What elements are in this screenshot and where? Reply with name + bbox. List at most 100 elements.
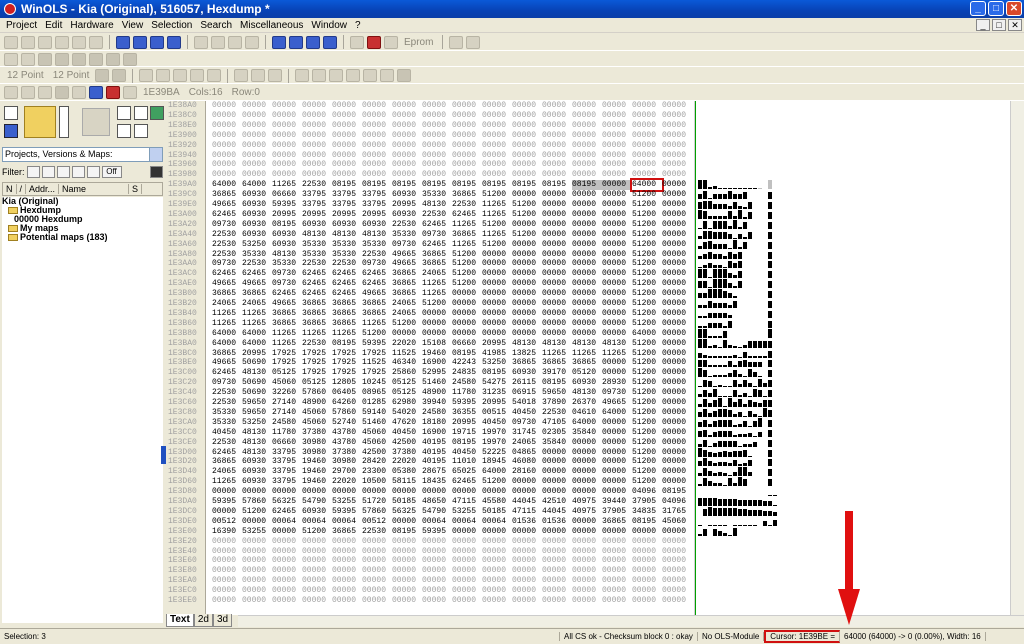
hex-cell[interactable]: 00000 xyxy=(332,121,362,131)
hex-cell[interactable]: 00000 xyxy=(452,170,482,180)
hex-cell[interactable]: 62465 xyxy=(212,269,242,279)
hex-cell[interactable]: 00000 xyxy=(542,240,572,250)
hex-cell[interactable]: 49665 xyxy=(602,398,632,408)
hex-cell[interactable]: 05125 xyxy=(392,388,422,398)
hex-cell[interactable]: 51720 xyxy=(362,497,392,507)
hex-cell[interactable]: 22530 xyxy=(212,230,242,240)
hex-cell[interactable]: 00000 xyxy=(512,269,542,279)
hex-cells[interactable]: 00000 00000 00000 00000 00000 00000 00000 00000… xyxy=(212,556,692,566)
menu-miscellaneous[interactable]: Miscellaneous xyxy=(236,20,307,31)
hex-row[interactable]: 1E3A80 22530 35330 48130 35330 35330 22530 4966… xyxy=(166,250,694,260)
hex-cell[interactable]: 00000 xyxy=(662,289,692,299)
hex-cell[interactable]: 00000 xyxy=(602,190,632,200)
hex-cell[interactable]: 00000 xyxy=(602,329,632,339)
hex-cell[interactable]: 11265 xyxy=(602,349,632,359)
num-ff-icon[interactable] xyxy=(251,69,266,82)
hex-cell[interactable]: 00000 xyxy=(362,131,392,141)
hex-cell[interactable]: 57860 xyxy=(242,497,272,507)
hex-cell[interactable]: 00000 xyxy=(332,111,362,121)
hex-cell[interactable]: 00000 xyxy=(422,170,452,180)
hex-cell[interactable]: 08195 xyxy=(272,220,302,230)
hex-cell[interactable]: 24065 xyxy=(422,269,452,279)
hex-cell[interactable]: 59395 xyxy=(272,200,302,210)
hex-cell[interactable]: 00000 xyxy=(302,141,332,151)
hex-row[interactable]: 1E3E00 16390 53255 00000 51200 36865 22530 0819… xyxy=(166,527,694,537)
hex-cell[interactable]: 22530 xyxy=(212,398,242,408)
hex-cell[interactable]: 01285 xyxy=(362,398,392,408)
nav-b-icon[interactable] xyxy=(21,86,35,99)
hex-cell[interactable]: 00000 xyxy=(242,547,272,557)
hex-cell[interactable]: 50690 xyxy=(242,358,272,368)
hex-cell[interactable]: 35330 xyxy=(212,408,242,418)
hex-cell[interactable]: 44045 xyxy=(512,497,542,507)
hex-cell[interactable]: 00000 xyxy=(572,289,602,299)
hex-cell[interactable]: 22530 xyxy=(212,438,242,448)
hex-cell[interactable]: 54790 xyxy=(422,507,452,517)
hex-cell[interactable]: 00000 xyxy=(602,279,632,289)
hex-row[interactable]: 1E3AC0 62465 62465 09730 62465 62465 62465 3686… xyxy=(166,269,694,279)
hex-cell[interactable]: 00000 xyxy=(602,299,632,309)
hex-cell[interactable]: 39170 xyxy=(542,368,572,378)
hex-cell[interactable]: 40450 xyxy=(512,408,542,418)
hex-cell[interactable]: 51200 xyxy=(362,329,392,339)
hex-cell[interactable]: 51200 xyxy=(632,200,662,210)
hex-cell[interactable]: 00000 xyxy=(242,576,272,586)
menu-project[interactable]: Project xyxy=(2,20,41,31)
hex-row[interactable]: 1E3DA0 59395 57860 56325 54790 53255 51720 5018… xyxy=(166,497,694,507)
hex-row[interactable]: 1E3E60 00000 00000 00000 00000 00000 00000 0000… xyxy=(166,556,694,566)
hex-cells[interactable]: 00000 00000 00000 00000 00000 00000 00000 00000… xyxy=(212,487,692,497)
hex-row[interactable]: 1E3D40 24065 60930 33795 19460 29700 23300 0538… xyxy=(166,467,694,477)
hex-cell[interactable]: 00000 xyxy=(512,576,542,586)
hex-cell[interactable]: 00000 xyxy=(332,101,362,111)
hex-cell[interactable]: 00000 xyxy=(362,596,392,606)
hex-cell[interactable]: 00000 xyxy=(542,190,572,200)
tree-column-1[interactable]: / xyxy=(17,184,27,194)
hex-row[interactable]: 1E3D60 11265 60930 33795 19460 22020 10500 5811… xyxy=(166,477,694,487)
hex-cell[interactable]: 00000 xyxy=(632,151,662,161)
hex-cell[interactable]: 00000 xyxy=(662,240,692,250)
hex-row[interactable]: 1E39A0 64000 64000 11265 22530 08195 08195 0819… xyxy=(166,178,694,193)
hex-cell[interactable]: 62465 xyxy=(302,269,332,279)
hex-cell[interactable]: 00000 xyxy=(392,151,422,161)
hex-cell[interactable]: 51200 xyxy=(632,289,662,299)
hex-cell[interactable]: 56325 xyxy=(392,507,422,517)
hex-cell[interactable]: 05125 xyxy=(272,368,302,378)
hex-cell[interactable]: 59395 xyxy=(332,507,362,517)
hex-cell[interactable]: 22020 xyxy=(332,477,362,487)
hex-cell[interactable]: 00000 xyxy=(452,160,482,170)
hex-cell[interactable]: 00000 xyxy=(302,566,332,576)
hex-cell[interactable]: 39940 xyxy=(422,398,452,408)
hex-cell[interactable]: 00000 xyxy=(392,121,422,131)
hex-cell[interactable]: 36865 xyxy=(212,289,242,299)
hex-cell[interactable]: 00000 xyxy=(632,170,662,180)
hex-row[interactable]: 1E3900 00000 00000 00000 00000 00000 00000 0000… xyxy=(166,131,694,141)
hex-cell[interactable]: 00000 xyxy=(422,141,452,151)
menu-view[interactable]: View xyxy=(118,20,148,31)
hex-cells[interactable]: 00000 00000 00000 00000 00000 00000 00000 00000… xyxy=(212,547,692,557)
hex-cell[interactable]: 00000 xyxy=(572,160,602,170)
hex-cell[interactable]: 36865 xyxy=(602,517,632,527)
hex-cell[interactable]: 16900 xyxy=(422,428,452,438)
hex-cell[interactable]: 00000 xyxy=(632,131,662,141)
hex-cell[interactable]: 08965 xyxy=(362,388,392,398)
hex-cell[interactable]: 51460 xyxy=(362,418,392,428)
hex-cell[interactable]: 64000 xyxy=(242,329,272,339)
hex-cell[interactable]: 09730 xyxy=(602,388,632,398)
hex-cell[interactable]: 00000 xyxy=(662,170,692,180)
hex-cell[interactable]: 49665 xyxy=(272,299,302,309)
hex-cell[interactable]: 00000 xyxy=(212,141,242,151)
hex-cell[interactable]: 09730 xyxy=(272,269,302,279)
hex-cell[interactable]: 49665 xyxy=(242,279,272,289)
hex-cell[interactable]: 00000 xyxy=(392,596,422,606)
hex-cell[interactable]: 51200 xyxy=(632,368,662,378)
hex-cell[interactable]: 00000 xyxy=(242,566,272,576)
hex-cell[interactable]: 00000 xyxy=(542,457,572,467)
hex-cell[interactable]: 51200 xyxy=(632,448,662,458)
hex-cell[interactable]: 09730 xyxy=(212,378,242,388)
hex-cell[interactable]: 00000 xyxy=(632,547,662,557)
hex-cell[interactable]: 00000 xyxy=(632,556,662,566)
hex-row[interactable]: 1E3960 00000 00000 00000 00000 00000 00000 0000… xyxy=(166,160,694,170)
hex-cell[interactable]: 52225 xyxy=(482,448,512,458)
times1-icon[interactable] xyxy=(363,69,378,82)
hex-cell[interactable]: 27140 xyxy=(272,398,302,408)
